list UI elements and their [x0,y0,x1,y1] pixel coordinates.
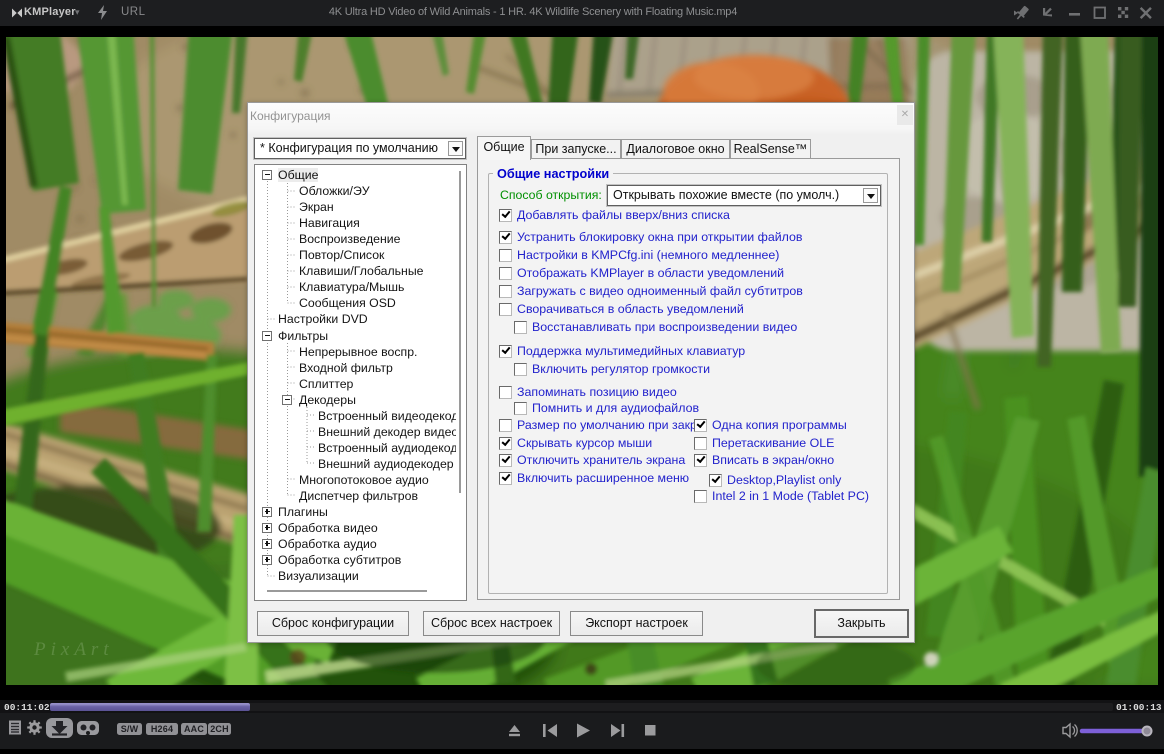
svg-text:PixArt: PixArt [33,639,114,660]
